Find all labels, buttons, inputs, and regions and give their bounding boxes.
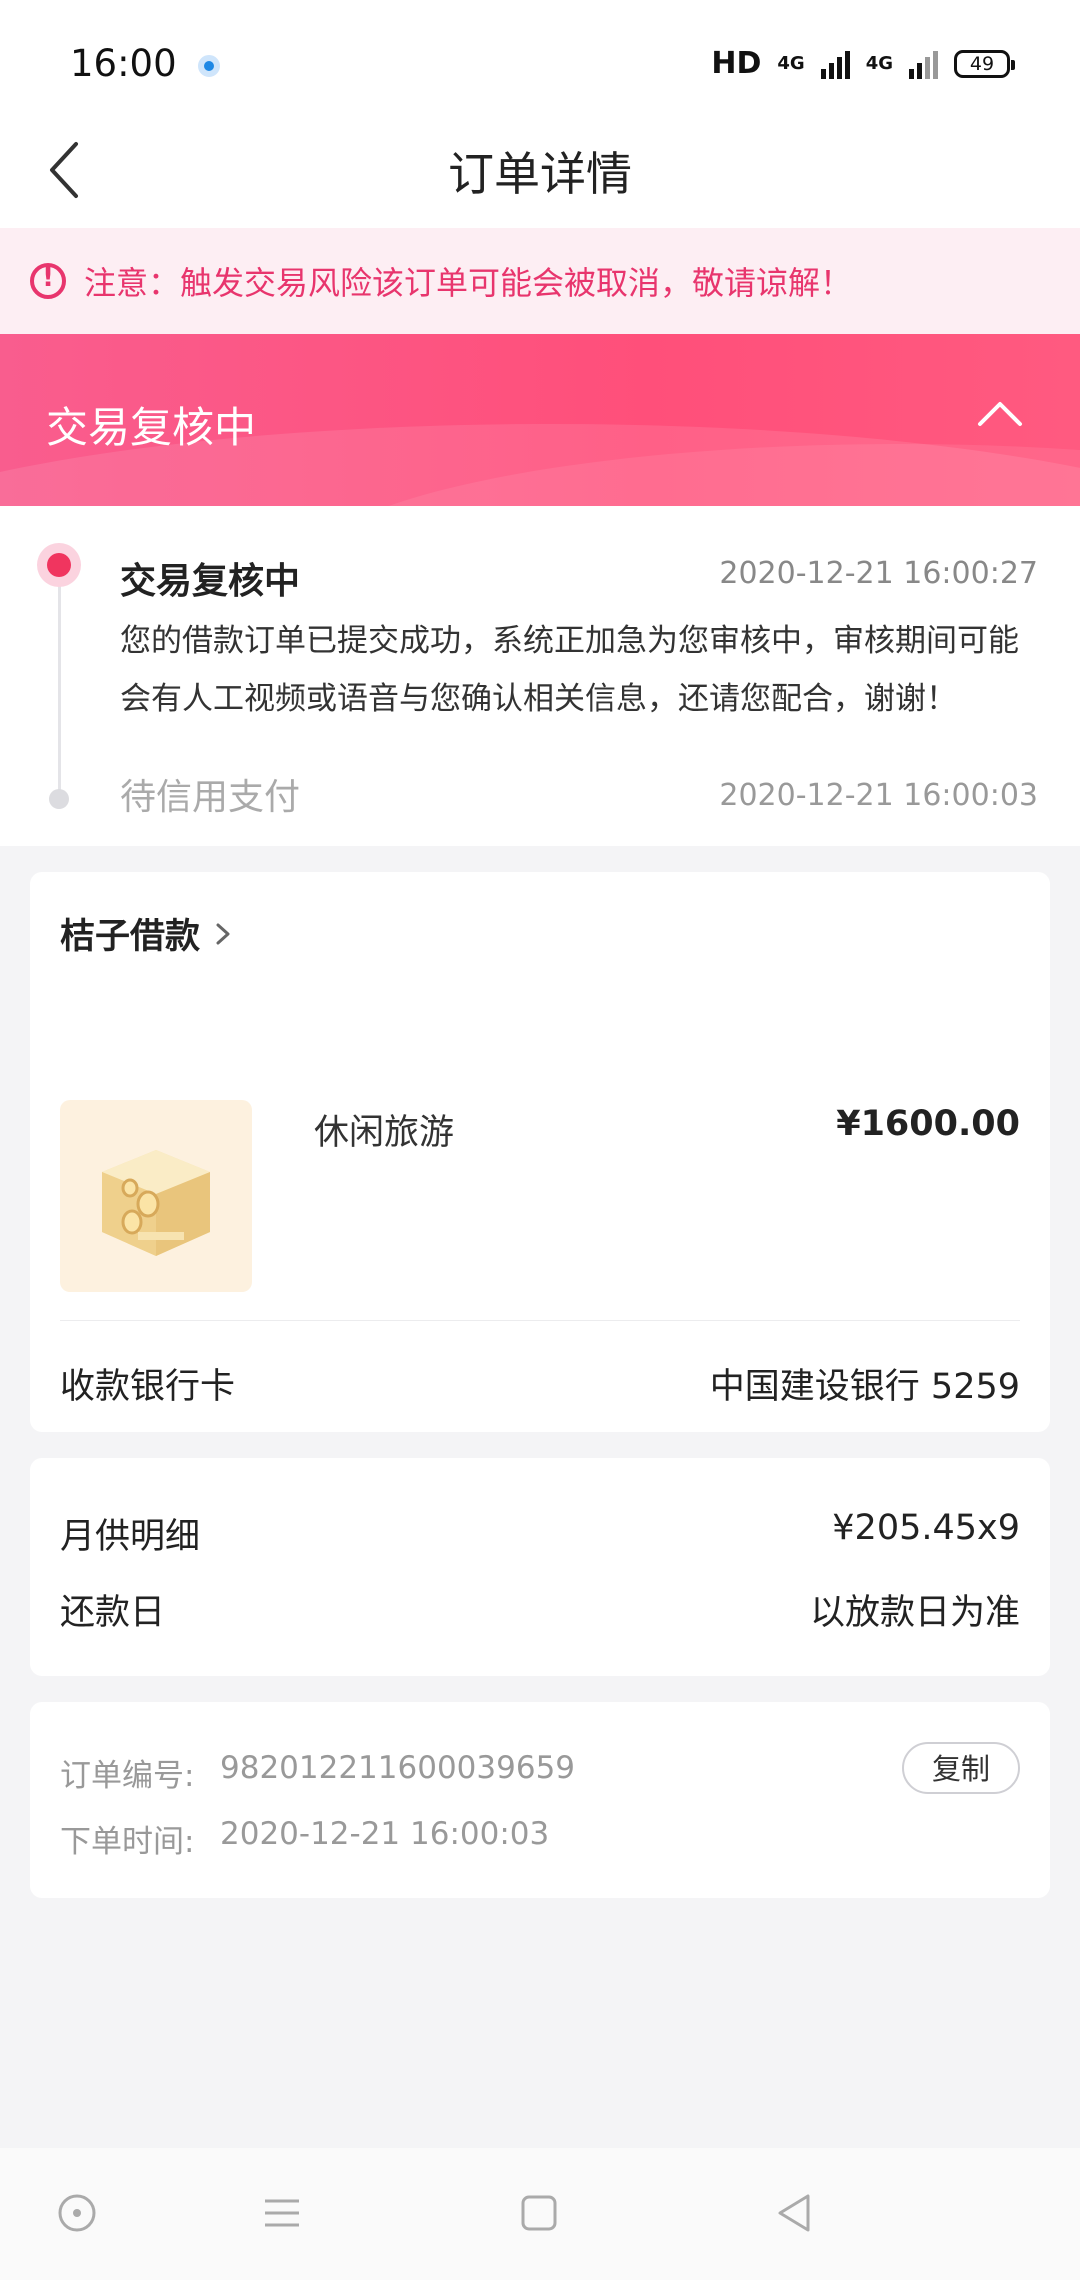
repayment-card: 月供明细 ¥205.45x9 还款日 以放款日为准 (30, 1458, 1050, 1676)
network-4g-label-1: 4G (777, 53, 805, 74)
order-time-label: 下单时间: (60, 1824, 195, 1860)
product-image (60, 1100, 252, 1292)
status-bar: 16:00 HD 4G 4G 49 (0, 0, 1080, 120)
timeline-step-title: 交易复核中 (120, 561, 301, 602)
monthly-payment-value: ¥205.45x9 (832, 1508, 1020, 1548)
home-icon[interactable] (514, 2188, 564, 2238)
timeline-step-description: 您的借款订单已提交成功，系统正加急为您审核中，审核期间可能会有人工视频或语音与您… (120, 623, 1019, 717)
system-navigation-bar (0, 2148, 1080, 2280)
timeline-line (58, 570, 61, 800)
order-time-value: 2020-12-21 16:00:03 (220, 1816, 550, 1852)
chevron-right-icon (216, 923, 230, 944)
timeline-step-time: 2020-12-21 16:00:03 (719, 778, 1038, 813)
timeline-inactive-dot-icon (49, 789, 69, 809)
product-price: ¥1600.00 (836, 1104, 1020, 1144)
order-number-label: 订单编号: (60, 1758, 195, 1794)
timeline-step-title: 待信用支付 (120, 777, 301, 818)
order-timeline: 交易复核中 2020-12-21 16:00:27 您的借款订单已提交成功，系统… (0, 506, 1080, 846)
status-icons: HD 4G 4G 49 (711, 46, 1015, 81)
due-date-label: 还款日 (60, 1593, 166, 1633)
coin-box-icon (102, 1150, 210, 1256)
bank-card-value: 中国建设银行 5259 (709, 1367, 1020, 1407)
assistant-icon[interactable] (52, 2188, 102, 2238)
divider (60, 1320, 1020, 1321)
order-status-banner[interactable]: 交易复核中 (0, 334, 1080, 506)
order-card: 桔子借款 休闲旅游 ¥1600.00 收款银行卡 中国建设银行 5259 (30, 872, 1050, 1432)
navigation-bar: 订单详情 (0, 120, 1080, 228)
monthly-payment-label: 月供明细 (60, 1517, 201, 1557)
network-4g-label-2: 4G (865, 53, 893, 74)
warning-icon (30, 263, 66, 299)
banner-status-title: 交易复核中 (46, 403, 257, 452)
signal-icon-2 (909, 49, 938, 79)
timeline-step-time: 2020-12-21 16:00:27 (719, 556, 1038, 591)
order-number-value: 982012211600039659 (220, 1750, 576, 1786)
copy-button[interactable]: 复制 (902, 1742, 1020, 1794)
page-title: 订单详情 (448, 147, 632, 201)
risk-notice-text: 注意：触发交易风险该订单可能会被取消，敬请谅解！ (84, 264, 853, 302)
menu-icon[interactable] (257, 2188, 307, 2238)
due-date-value: 以放款日为准 (809, 1593, 1020, 1633)
merchant-link[interactable]: 桔子借款 (60, 908, 238, 959)
timeline-active-dot-icon (37, 543, 81, 587)
notification-dot-icon (198, 55, 220, 77)
status-time: 16:00 (70, 42, 177, 85)
product-name: 休闲旅游 (314, 1113, 455, 1153)
risk-notice-bar: 注意：触发交易风险该订单可能会被取消，敬请谅解！ (0, 228, 1080, 334)
chevron-up-icon[interactable] (970, 384, 1030, 444)
signal-icon-1 (820, 49, 850, 79)
hd-label: HD (711, 46, 762, 81)
back-icon[interactable] (770, 2188, 820, 2238)
merchant-name: 桔子借款 (60, 917, 201, 957)
bank-card-label: 收款银行卡 (60, 1367, 236, 1407)
order-meta-card: 订单编号: 982012211600039659 复制 下单时间: 2020-1… (30, 1702, 1050, 1898)
battery-icon: 49 (954, 49, 1015, 78)
